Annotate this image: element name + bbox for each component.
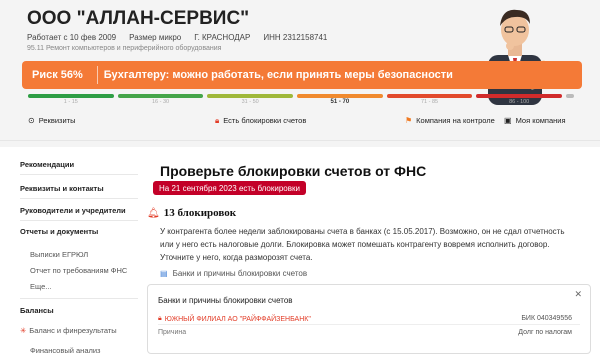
lock-icon: 🔒︎: [158, 315, 162, 322]
company-city: Г. КРАСНОДАР: [194, 33, 251, 42]
lock-icon: 🔒︎: [215, 115, 220, 125]
header-divider: [0, 140, 600, 141]
risk-scale-segment: [117, 94, 204, 98]
blocks-description: У контрагента более недели заблокированы…: [160, 227, 565, 262]
sidebar-item-recommendations[interactable]: Рекомендации: [20, 160, 74, 169]
risk-message: Бухгалтеру: можно работать, если принять…: [103, 69, 453, 81]
blocks-count-label: 13 блокировок: [163, 207, 237, 219]
bank-name-label: ЮЖНЫЙ ФИЛИАЛ АО "РАЙФФАЙЗЕНБАНК": [164, 315, 311, 323]
sidebar-item-more[interactable]: Еще...: [30, 282, 52, 291]
sidebar-item-management[interactable]: Руководители и учредители: [20, 206, 126, 215]
company-size: Размер микро: [129, 33, 182, 42]
risk-divider: [96, 66, 98, 84]
briefcase-icon: ▣: [504, 115, 512, 125]
control-action[interactable]: ⚑ Компания на контроле: [405, 116, 495, 125]
table-icon: ▤: [160, 269, 168, 278]
banks-link[interactable]: ▤ Банки и причины блокировки счетов: [160, 269, 307, 278]
sidebar-item-reports[interactable]: Отчеты и документы: [20, 227, 98, 236]
sidebar-item-fns-report[interactable]: Отчет по требованиям ФНС: [30, 266, 127, 275]
company-inn: ИНН 2312158741: [263, 33, 328, 42]
blocks-action[interactable]: 🔒︎ Есть блокировки счетов: [215, 116, 306, 125]
page-title: Проверьте блокировки счетов от ФНС: [160, 163, 427, 179]
bell-icon: 🔔︎: [147, 207, 160, 219]
risk-percent: Риск 56%: [32, 69, 83, 81]
reason-value: Долг по налогам: [518, 329, 572, 336]
registered-date: Работает с 10 фев 2009: [27, 33, 117, 42]
sidebar-divider: [20, 220, 138, 221]
sidebar-item-balances[interactable]: Балансы: [20, 306, 54, 315]
mine-label: Моя компания: [515, 116, 566, 125]
sidebar-divider: [20, 298, 138, 299]
company-meta: Работает с 10 фев 2009 Размер микро Г. К…: [27, 33, 327, 42]
risk-scale: 1 - 15 16 - 30 31 - 50 51 - 70 71 - 85 86 - 1…: [28, 94, 574, 108]
risk-scale-label: 86 - 100: [509, 99, 530, 105]
requisites-label: Реквизиты: [38, 116, 76, 125]
risk-scale-segment: [386, 94, 473, 98]
bank-bik: БИК 040349556: [521, 315, 572, 322]
card-title: Банки и причины блокировки счетов: [158, 296, 293, 305]
blocks-label: Есть блокировки счетов: [223, 116, 307, 125]
risk-scale-label: 16 - 30: [151, 99, 170, 105]
mine-action[interactable]: ▣ Моя компания: [504, 116, 566, 125]
control-label: Компания на контроле: [416, 116, 495, 125]
risk-scale-label: 31 - 50: [241, 99, 259, 105]
blocks-count: 🔔︎ 13 блокировок: [147, 207, 236, 219]
warning-icon: ✳: [20, 326, 27, 335]
status-badge: На 21 сентября 2023 есть блокировки: [153, 181, 306, 195]
bank-name[interactable]: 🔒︎ ЮЖНЫЙ ФИЛИАЛ АО "РАЙФФАЙЗЕНБАНК": [158, 315, 311, 323]
banks-card: Банки и причины блокировки счетов ✕ 🔒︎ Ю…: [147, 284, 591, 354]
company-header: ООО "АЛЛАН-СЕРВИС" Работает с 10 фев 200…: [0, 0, 600, 147]
businessman-illustration: [488, 9, 551, 105]
risk-scale-end: [566, 94, 574, 98]
sidebar-item-requisites[interactable]: Реквизиты и контакты: [20, 184, 104, 193]
risk-banner[interactable]: Риск 56% Бухгалтеру: можно работать, есл…: [22, 61, 582, 89]
sidebar-divider: [20, 174, 138, 175]
close-icon[interactable]: ✕: [574, 289, 582, 300]
requisites-action[interactable]: ⊙ Реквизиты: [28, 116, 75, 125]
risk-scale-segment: [297, 94, 383, 98]
action-bar: ⊙ Реквизиты 🔒︎ Есть блокировки счетов ⚑ …: [0, 116, 600, 134]
risk-scale-segment: [28, 94, 114, 98]
sidebar-item-fin-analysis[interactable]: Финансовый анализ: [30, 346, 101, 355]
risk-scale-label: 51 - 70: [330, 99, 350, 105]
balance-results-label: Баланс и финрезультаты: [29, 326, 117, 335]
eye-icon: ⊙: [28, 115, 35, 125]
risk-scale-label: 1 - 15: [63, 99, 78, 105]
sidebar-divider: [20, 198, 138, 199]
reason-label: Причина: [158, 329, 187, 336]
flag-icon: ⚑: [405, 115, 413, 125]
company-name: ООО "АЛЛАН-СЕРВИС": [27, 8, 250, 29]
risk-scale-segment: [476, 94, 562, 98]
risk-scale-segment: [207, 94, 293, 98]
card-divider: [158, 324, 580, 325]
risk-scale-label: 71 - 85: [420, 99, 439, 105]
okved: 95.11 Ремонт компьютеров и периферийного…: [27, 45, 222, 52]
sidebar-item-balance-results[interactable]: ✳ Баланс и финрезультаты: [20, 326, 117, 335]
sidebar-item-egrul[interactable]: Выписки ЕГРЮЛ: [30, 250, 88, 259]
banks-link-label: Банки и причины блокировки счетов: [172, 269, 308, 278]
